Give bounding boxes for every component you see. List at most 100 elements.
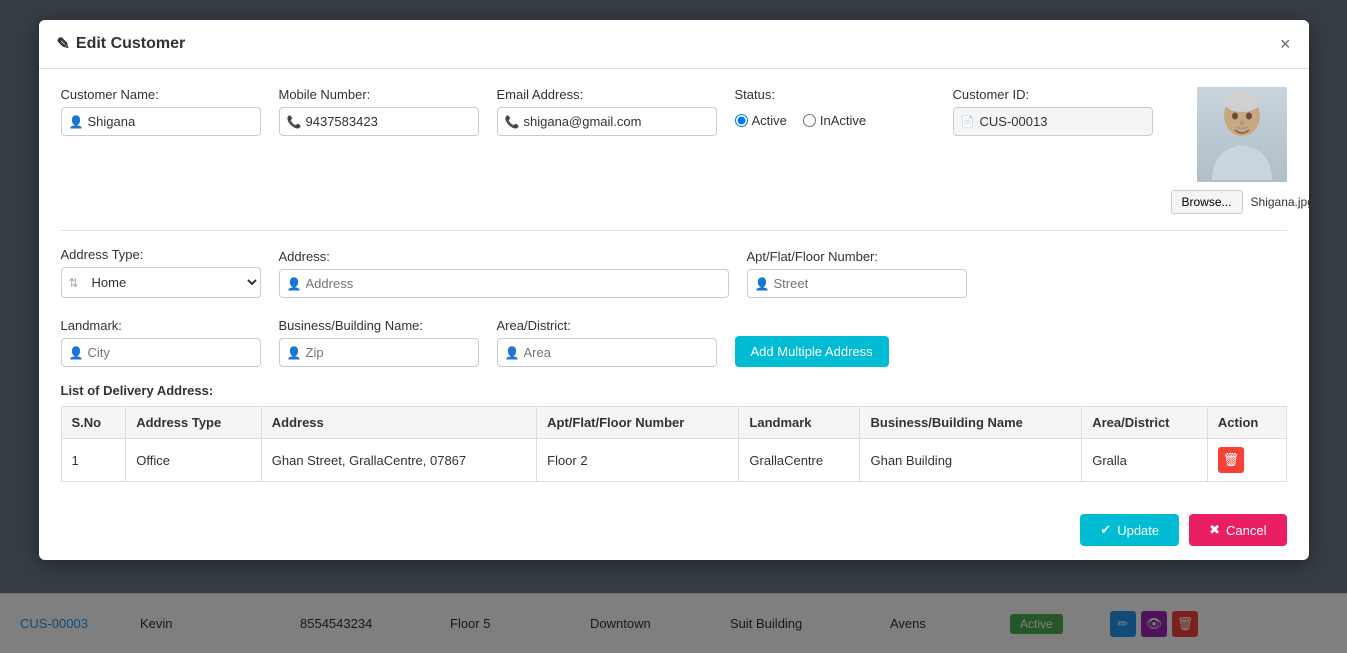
address-type-group: Address Type: ⇅ Home Office Other xyxy=(61,247,261,298)
area-label: Area/District: xyxy=(497,318,717,333)
address-group: Address: 👤 xyxy=(279,249,729,298)
apt-wrapper: 👤 xyxy=(747,269,967,298)
landmark-label: Landmark: xyxy=(61,318,261,333)
cell-biz: Ghan Building xyxy=(860,439,1082,482)
apt-group: Apt/Flat/Floor Number: 👤 xyxy=(747,249,967,298)
email-address-wrapper: 📞 xyxy=(497,107,717,136)
modal-title: ✎ Edit Customer xyxy=(57,34,186,54)
customer-name-wrapper: 👤 xyxy=(61,107,261,136)
landmark-icon: 👤 xyxy=(69,346,84,360)
photo-browse-row: Browse... Shigana.jpg xyxy=(1171,190,1309,214)
customer-id-label: Customer ID: xyxy=(953,87,1153,102)
status-active-radio[interactable] xyxy=(735,114,748,127)
customer-id-group: Customer ID: 📄 xyxy=(953,87,1153,136)
address-wrapper: 👤 xyxy=(279,269,729,298)
biz-input[interactable] xyxy=(279,338,479,367)
landmark-group: Landmark: 👤 xyxy=(61,318,261,367)
col-landmark: Landmark xyxy=(739,407,860,439)
phone-icon: 📞 xyxy=(287,115,302,129)
modal-body: Customer Name: 👤 Mobile Number: 📞 xyxy=(39,69,1309,500)
col-apt: Apt/Flat/Floor Number xyxy=(537,407,739,439)
sort-icon: ⇅ xyxy=(69,276,79,290)
email-icon: 📞 xyxy=(505,115,520,129)
mobile-number-wrapper: 📞 xyxy=(279,107,479,136)
customer-name-icon: 👤 xyxy=(69,115,84,129)
edit-customer-modal: ✎ Edit Customer × Customer Name: 👤 M xyxy=(39,20,1309,560)
update-label: Update xyxy=(1117,523,1159,538)
mobile-number-input[interactable] xyxy=(279,107,479,136)
status-inactive-text: InActive xyxy=(820,113,866,128)
header-row: S.No Address Type Address Apt/Flat/Floor… xyxy=(61,407,1286,439)
address-type-select[interactable]: Home Office Other xyxy=(61,267,261,298)
area-wrapper: 👤 xyxy=(497,338,717,367)
apt-label: Apt/Flat/Floor Number: xyxy=(747,249,967,264)
apt-input[interactable] xyxy=(747,269,967,298)
customer-id-input[interactable] xyxy=(953,107,1153,136)
mobile-number-group: Mobile Number: 📞 xyxy=(279,87,479,136)
status-group: Status: Active InActive xyxy=(735,87,935,128)
address-label: Address: xyxy=(279,249,729,264)
modal-header: ✎ Edit Customer × xyxy=(39,20,1309,69)
modal-overlay: ✎ Edit Customer × Customer Name: 👤 M xyxy=(0,0,1347,653)
biz-label: Business/Building Name: xyxy=(279,318,479,333)
cell-address-type: Office xyxy=(126,439,262,482)
biz-group: Business/Building Name: 👤 xyxy=(279,318,479,367)
col-area: Area/District xyxy=(1082,407,1208,439)
landmark-input[interactable] xyxy=(61,338,261,367)
area-group: Area/District: 👤 xyxy=(497,318,717,367)
status-active-text: Active xyxy=(752,113,787,128)
customer-name-group: Customer Name: 👤 xyxy=(61,87,261,136)
apt-icon: 👤 xyxy=(755,277,770,291)
customer-id-wrapper: 📄 xyxy=(953,107,1153,136)
table-header: S.No Address Type Address Apt/Flat/Floor… xyxy=(61,407,1286,439)
delivery-address-table: S.No Address Type Address Apt/Flat/Floor… xyxy=(61,406,1287,482)
browse-button[interactable]: Browse... xyxy=(1171,190,1243,214)
photo-filename: Shigana.jpg xyxy=(1251,195,1309,209)
customer-name-label: Customer Name: xyxy=(61,87,261,102)
email-address-label: Email Address: xyxy=(497,87,717,102)
biz-wrapper: 👤 xyxy=(279,338,479,367)
address-row-1: Address Type: ⇅ Home Office Other Addres… xyxy=(61,247,1287,298)
delivery-address-section: List of Delivery Address: S.No Address T… xyxy=(61,383,1287,482)
address-icon: 👤 xyxy=(287,277,302,291)
status-inactive-radio[interactable] xyxy=(803,114,816,127)
modal-close-button[interactable]: × xyxy=(1280,35,1291,53)
table-body: 1 Office Ghan Street, GrallaCentre, 0786… xyxy=(61,439,1286,482)
cell-action: 🗑 xyxy=(1207,439,1286,482)
col-address-type: Address Type xyxy=(126,407,262,439)
mobile-number-label: Mobile Number: xyxy=(279,87,479,102)
biz-icon: 👤 xyxy=(287,346,302,360)
status-active-label[interactable]: Active xyxy=(735,113,787,128)
update-button[interactable]: ✔ Update xyxy=(1080,514,1179,546)
delete-row-button[interactable]: 🗑 xyxy=(1218,447,1244,473)
area-input[interactable] xyxy=(497,338,717,367)
email-address-group: Email Address: 📞 xyxy=(497,87,717,136)
delivery-section-title: List of Delivery Address: xyxy=(61,383,1287,398)
email-address-input[interactable] xyxy=(497,107,717,136)
address-input[interactable] xyxy=(279,269,729,298)
col-biz: Business/Building Name xyxy=(860,407,1082,439)
edit-icon: ✎ xyxy=(57,34,70,54)
cell-apt: Floor 2 xyxy=(537,439,739,482)
photo-section: Browse... Shigana.jpg xyxy=(1171,87,1309,214)
cell-landmark: GrallaCentre xyxy=(739,439,860,482)
customer-photo xyxy=(1197,87,1287,182)
modal-title-text: Edit Customer xyxy=(76,35,185,53)
address-row-2: Landmark: 👤 Business/Building Name: 👤 xyxy=(61,314,1287,367)
area-icon: 👤 xyxy=(505,346,520,360)
add-address-button[interactable]: Add Multiple Address xyxy=(735,336,889,367)
customer-name-input[interactable] xyxy=(61,107,261,136)
col-address: Address xyxy=(261,407,536,439)
customer-info-row: Customer Name: 👤 Mobile Number: 📞 xyxy=(61,87,1287,214)
update-icon: ✔ xyxy=(1100,522,1111,538)
document-icon: 📄 xyxy=(961,115,975,128)
cancel-button[interactable]: ✖ Cancel xyxy=(1189,514,1286,546)
landmark-wrapper: 👤 xyxy=(61,338,261,367)
cancel-label: Cancel xyxy=(1226,523,1266,538)
status-label: Status: xyxy=(735,87,935,102)
table-row: 1 Office Ghan Street, GrallaCentre, 0786… xyxy=(61,439,1286,482)
address-type-label: Address Type: xyxy=(61,247,261,262)
col-sno: S.No xyxy=(61,407,126,439)
modal-footer: ✔ Update ✖ Cancel xyxy=(39,500,1309,560)
status-inactive-label[interactable]: InActive xyxy=(803,113,866,128)
